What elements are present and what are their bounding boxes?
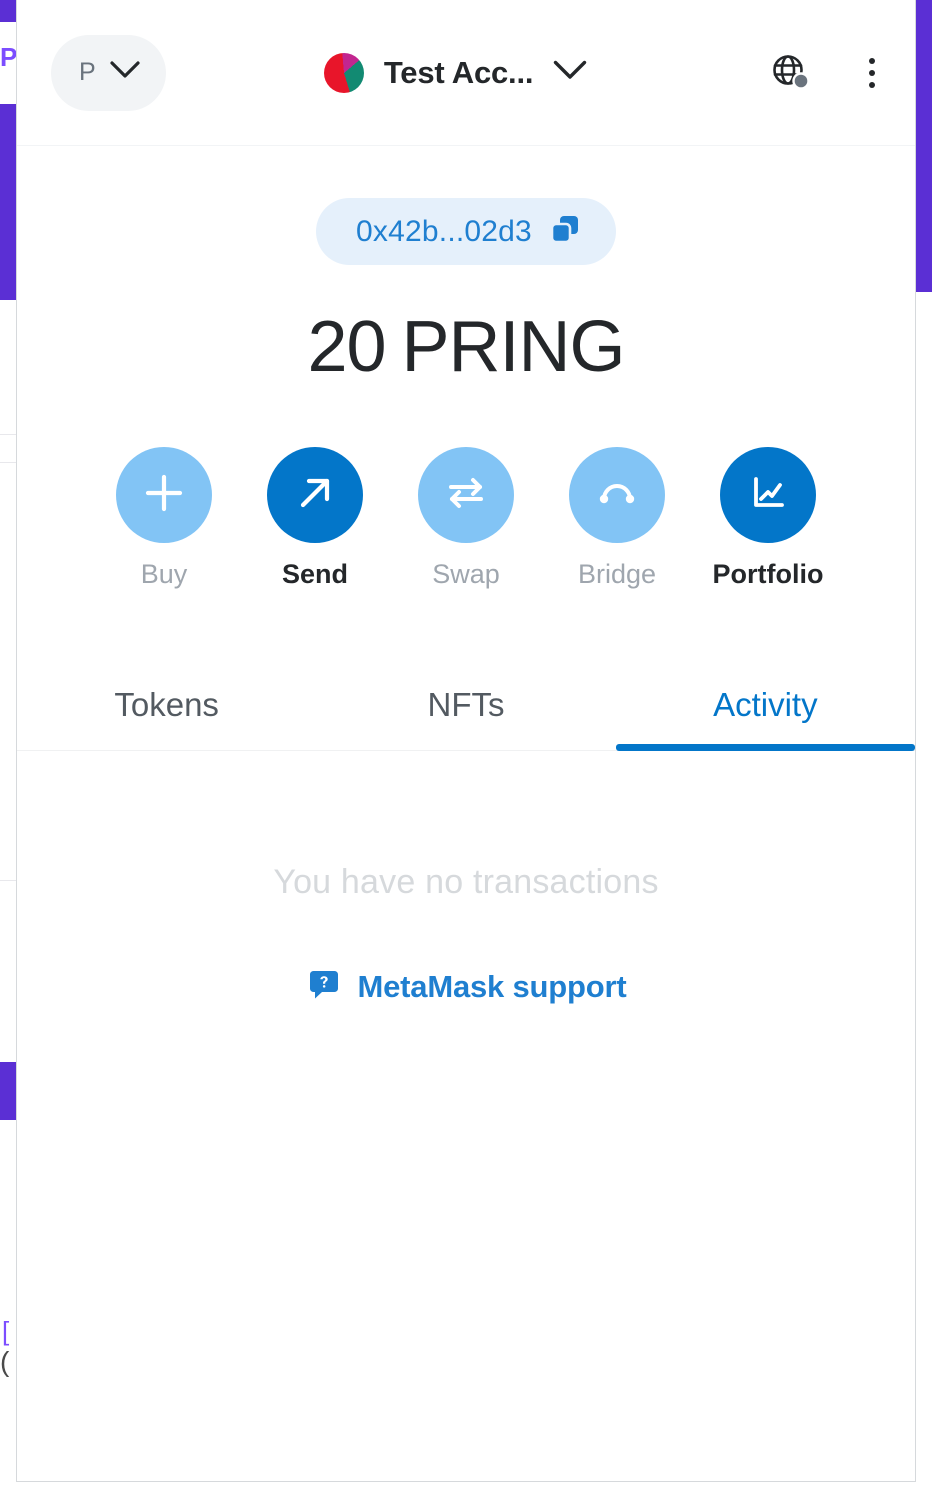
copy-address-button[interactable]: 0x42b...02d3: [316, 198, 616, 265]
swap-arrows-icon: [442, 469, 490, 522]
kebab-dot: [869, 81, 875, 88]
portfolio-button[interactable]: Portfolio: [713, 447, 824, 590]
bridge-icon-circle: [569, 447, 665, 543]
balance-symbol: PRING: [401, 307, 626, 387]
activity-panel: You have no transactions MetaMask suppor…: [17, 751, 915, 1481]
balance-display: 20 PRING: [307, 307, 626, 387]
chevron-down-icon: [110, 61, 140, 84]
global-connection-icon[interactable]: [769, 51, 813, 95]
background-text-fragment: [: [2, 1316, 10, 1346]
chevron-down-icon: [553, 60, 587, 85]
network-selector-button[interactable]: P: [51, 34, 167, 111]
buy-icon-circle: [116, 447, 212, 543]
send-button[interactable]: Send: [267, 447, 363, 590]
tab-nfts[interactable]: NFTs: [316, 668, 615, 750]
action-buttons: Buy Send Swap Bridge Portfolio: [17, 447, 915, 590]
plus-icon: [140, 469, 188, 522]
kebab-dot: [869, 57, 875, 64]
send-label: Send: [281, 559, 348, 589]
bridge-arc-icon: [593, 469, 641, 522]
wallet-tabs: Tokens NFTs Activity: [17, 668, 915, 751]
balance-amount: 20: [307, 307, 386, 387]
swap-button[interactable]: Swap: [418, 447, 514, 590]
jazzicon-avatar: [323, 52, 364, 93]
question-speech-bubble-icon: [306, 966, 342, 1007]
swap-icon-circle: [418, 447, 514, 543]
background-accent-block: [914, 0, 932, 292]
support-link-label: MetaMask support: [357, 968, 627, 1004]
tab-tokens[interactable]: Tokens: [17, 668, 316, 750]
tab-activity[interactable]: Activity: [615, 668, 915, 751]
arrow-up-right-icon: [292, 470, 338, 521]
line-chart-icon: [745, 470, 791, 521]
buy-label: Buy: [140, 559, 188, 589]
background-text-fragment: (: [0, 1346, 10, 1377]
kebab-dot: [869, 69, 875, 76]
portfolio-label: Portfolio: [712, 559, 824, 589]
network-avatar: P: [79, 58, 97, 86]
account-name: Test Acc...: [383, 54, 534, 90]
portfolio-icon-circle: [720, 447, 816, 543]
header-actions: [759, 50, 885, 96]
wallet-overview: 0x42b...02d3 20 PRING Buy Send Swap Brid…: [17, 146, 915, 590]
empty-state-message: You have no transactions: [273, 863, 659, 901]
account-menu-button[interactable]: Test Acc...: [152, 52, 759, 93]
background-text-fragment: P: [0, 42, 18, 72]
app-header: P Test Acc...: [17, 0, 915, 146]
swap-label: Swap: [432, 559, 500, 589]
bridge-button[interactable]: Bridge: [569, 447, 665, 590]
send-icon-circle: [267, 447, 363, 543]
metamask-popup: P Test Acc... 0x42b...02d3 20 PRING Buy …: [16, 0, 916, 1482]
bridge-label: Bridge: [577, 559, 657, 589]
metamask-support-link[interactable]: MetaMask support: [306, 966, 627, 1007]
kebab-menu-icon[interactable]: [859, 50, 885, 96]
account-address: 0x42b...02d3: [356, 214, 532, 248]
buy-button[interactable]: Buy: [116, 447, 212, 590]
copy-icon: [548, 212, 582, 251]
